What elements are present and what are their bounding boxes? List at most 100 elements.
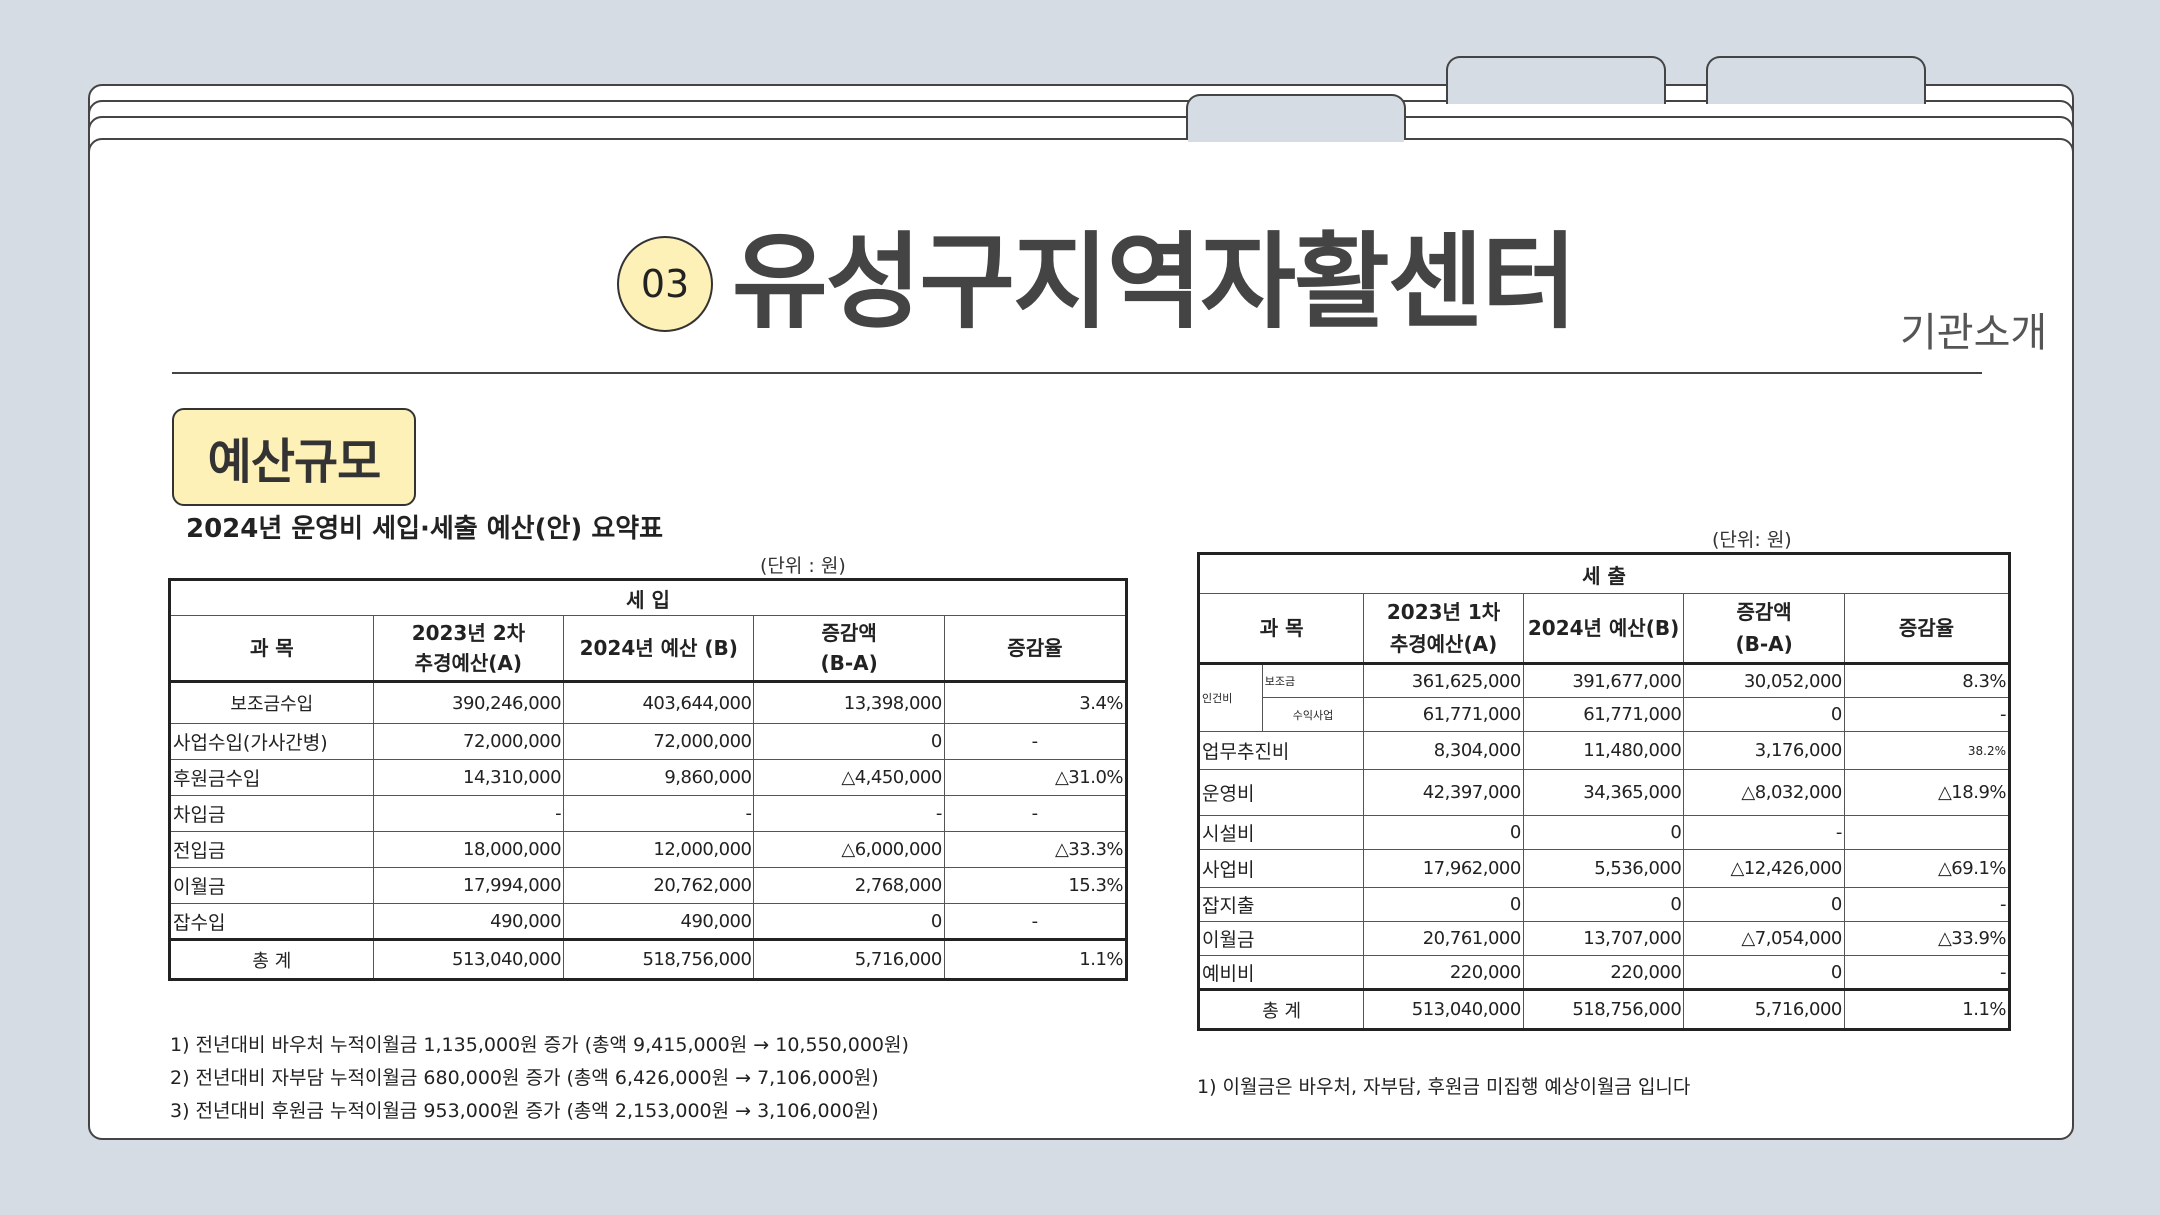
income-group-header: 세 입 [169, 579, 1127, 616]
income-value-cell: △4,450,000 [753, 759, 945, 796]
expense-value-cell: 0 [1363, 887, 1524, 922]
expense-value-cell: 61,771,000 [1522, 697, 1685, 732]
income-header-cell: 2023년 2차 추경예산(A) [372, 615, 565, 682]
expense-value-cell: △33.9% [1843, 921, 2011, 956]
expense-header-cell: 과 목 [1197, 593, 1365, 664]
expense-group-header: 세 출 [1198, 553, 2010, 594]
income-account-name: 전입금 [169, 831, 374, 868]
expense-value-cell: 38.2% [1843, 731, 2011, 770]
expense-account-name: 사업비 [1197, 849, 1365, 888]
income-header-cell: 증감율 [943, 615, 1128, 682]
expense-value-cell: 8.3% [1843, 662, 2011, 698]
expense-row: 예비비 220,000 220,000 0- [1197, 955, 2011, 990]
expense-value-cell: 0 [1683, 955, 1845, 990]
expense-account-name: 잡지출 [1197, 887, 1365, 922]
income-row: 사업수입(가사간병) 72,000,000 72,000,000 0- [169, 723, 1128, 760]
expense-table: 세 출 과 목 2023년 1차 추경예산(A) 2024년 예산(B) 증감액 (B… [1197, 552, 2011, 1031]
expense-unit-label: (단위: 원) [1712, 529, 1792, 551]
expense-value-cell: 8,304,000 [1363, 731, 1524, 770]
expense-value-cell: △7,054,000 [1683, 921, 1845, 956]
expense-value-cell: 0 [1363, 815, 1524, 850]
income-value-cell: 15.3% [943, 867, 1128, 904]
expense-header-cell: 2023년 1차 추경예산(A) [1363, 593, 1524, 664]
expense-account-name: 예비비 [1197, 955, 1365, 990]
income-unit-label: (단위 : 원) [760, 555, 846, 577]
section-label: 예산규모 [172, 408, 416, 506]
income-value-cell: 403,644,000 [563, 680, 755, 724]
income-value-cell: - [943, 795, 1128, 832]
expense-value-cell: 11,480,000 [1522, 731, 1685, 770]
income-value-cell: 9,860,000 [563, 759, 755, 796]
income-footnote: 2) 전년대비 자부담 누적이월금 680,000원 증가 (총액 6,426,… [170, 1067, 879, 1089]
expense-personnel-row: 수익사업 61,771,000 61,771,000 0- [1199, 697, 2011, 732]
income-value-cell: 490,000 [372, 903, 565, 940]
expense-value-cell: 220,000 [1363, 955, 1524, 990]
expense-account-name: 이월금 [1197, 921, 1365, 956]
income-row: 차입금 - - - - [169, 795, 1128, 832]
expense-footnote: 1) 이월금은 바우처, 자부담, 후원금 미집행 예상이월금 입니다 [1197, 1076, 1691, 1098]
expense-row: 잡지출 0 0 0- [1197, 887, 2011, 922]
income-value-cell: 72,000,000 [372, 723, 565, 760]
income-value-cell: - [943, 723, 1128, 760]
expense-value-cell: 0 [1683, 697, 1845, 732]
expense-personnel-label: 인건비 [1198, 662, 1263, 732]
expense-row: 사업비 17,962,000 5,536,000 △12,426,000 △69.1% [1197, 849, 2011, 888]
expense-value-cell: 61,771,000 [1363, 697, 1524, 732]
expense-total-value: 5,716,000 [1683, 988, 1845, 1030]
income-row: 후원금수입 14,310,000 9,860,000 △4,450,000 △31.0% [169, 759, 1128, 796]
income-header-cell: 2024년 예산 (B) [563, 615, 755, 682]
expense-row: 업무추진비 8,304,000 11,480,000 3,176,000 38.2% [1197, 731, 2011, 770]
expense-header-cell: 증감율 [1843, 593, 2011, 664]
expense-total-row: 총 계 513,040,000 518,756,000 5,716,000 1.1% [1197, 988, 2011, 1030]
income-value-cell: △31.0% [943, 759, 1128, 796]
income-account-name: 잡수입 [169, 903, 374, 940]
income-footnote: 3) 전년대비 후원금 누적이월금 953,000원 증가 (총액 2,153,… [170, 1100, 879, 1122]
income-total-value: 513,040,000 [372, 938, 565, 980]
expense-total-value: 513,040,000 [1363, 988, 1524, 1030]
expense-value-cell: 220,000 [1522, 955, 1685, 990]
expense-personnel-row: 인건비 보조금 361,625,000 391,677,000 30,052,000 8.… [1198, 662, 2011, 732]
income-footnote: 1) 전년대비 바우처 누적이월금 1,135,000원 증가 (총액 9,41… [170, 1034, 909, 1056]
expense-value-cell: 17,962,000 [1363, 849, 1524, 888]
expense-value-cell: 13,707,000 [1522, 921, 1685, 956]
income-row: 전입금 18,000,000 12,000,000 △6,000,000 △33.3% [169, 831, 1128, 868]
expense-total-value: 1.1% [1843, 988, 2011, 1030]
expense-value-cell: 20,761,000 [1363, 921, 1524, 956]
income-value-cell: 72,000,000 [563, 723, 755, 760]
income-value-cell: 0 [753, 723, 945, 760]
section-number-badge: 03 [617, 236, 713, 332]
income-value-cell: 18,000,000 [372, 831, 565, 868]
income-value-cell: 2,768,000 [753, 867, 945, 904]
income-value-cell: 490,000 [563, 903, 755, 940]
expense-value-cell: - [1843, 955, 2011, 990]
expense-row: 이월금 20,761,000 13,707,000 △7,054,000 △33.9% [1197, 921, 2011, 956]
page-title: 유성구지역자활센터 [732, 221, 1577, 343]
income-table: 세 입 과 목 2023년 2차 추경예산(A) 2024년 예산 (B) 증감액 (… [168, 578, 1128, 981]
folder-tab-3 [1446, 56, 1666, 104]
income-value-cell: 12,000,000 [563, 831, 755, 868]
expense-value-cell [1843, 815, 2011, 850]
expense-value-cell: 5,536,000 [1522, 849, 1685, 888]
income-value-cell: 0 [753, 903, 945, 940]
income-value-cell: 13,398,000 [753, 680, 945, 724]
income-row: 보조금수입 390,246,000 403,644,000 13,398,000 3.4… [169, 680, 1128, 724]
income-account-name: 차입금 [169, 795, 374, 832]
expense-value-cell: 30,052,000 [1683, 662, 1845, 698]
expense-value-cell: - [1843, 887, 2011, 922]
income-value-cell: - [943, 903, 1128, 940]
page-subtitle: 기관소개 [1900, 310, 2048, 356]
expense-header-cell: 증감액 (B-A) [1683, 593, 1845, 664]
income-row: 잡수입 490,000 490,000 0- [169, 903, 1128, 940]
income-value-cell: 14,310,000 [372, 759, 565, 796]
expense-value-cell: 0 [1522, 815, 1685, 850]
expense-row: 시설비 0 0- [1197, 815, 2011, 850]
expense-value-cell: 391,677,000 [1522, 662, 1685, 698]
income-total-row: 총 계 513,040,000 518,756,000 5,716,000 1.1% [169, 938, 1128, 980]
folder-tab-4 [1706, 56, 1926, 104]
income-value-cell: - [372, 795, 565, 832]
income-value-cell: 3.4% [943, 680, 1128, 724]
expense-value-cell: △18.9% [1843, 769, 2011, 816]
expense-value-cell: △8,032,000 [1683, 769, 1845, 816]
income-header-cell: 과 목 [169, 615, 374, 682]
expense-header-cell: 2024년 예산(B) [1522, 593, 1685, 664]
